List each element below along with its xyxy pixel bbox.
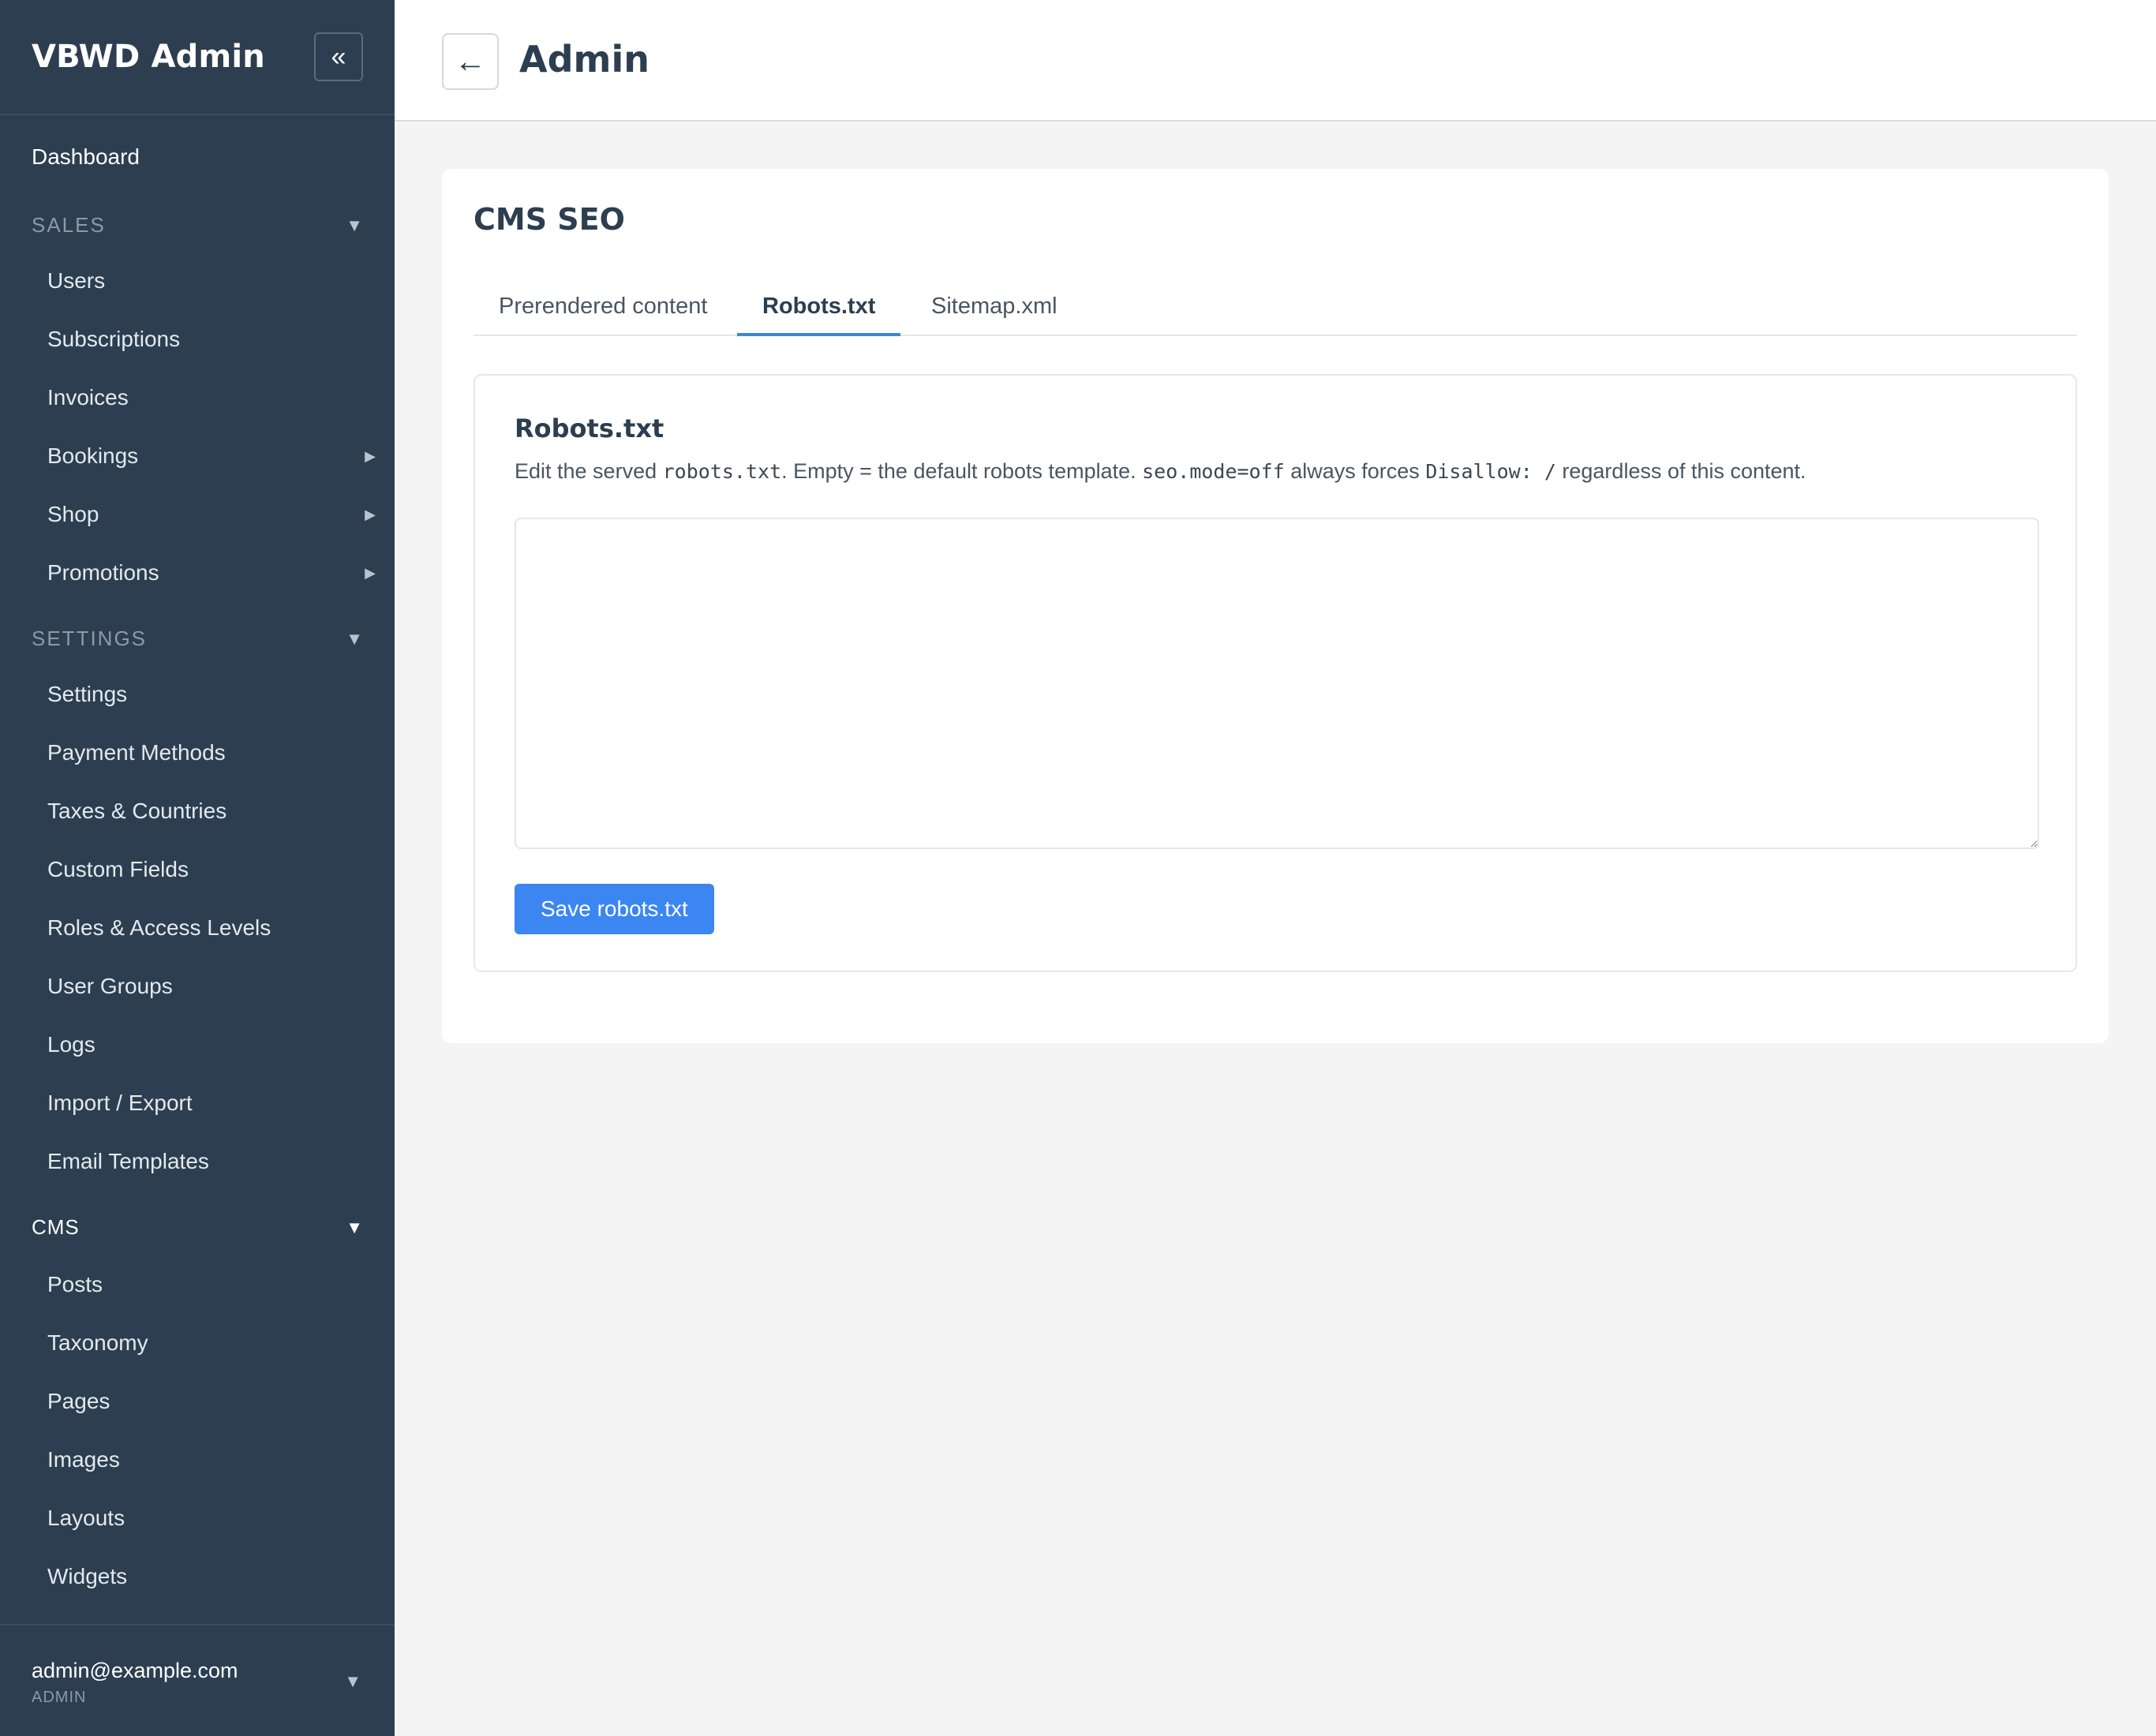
sidebar-item-taxonomy[interactable]: Taxonomy (47, 1330, 376, 1356)
tab-robots-txt[interactable]: Robots.txt (737, 287, 901, 336)
sidebar-item-users[interactable]: Users (47, 268, 376, 294)
sidebar-item-pages[interactable]: Pages (47, 1389, 376, 1414)
caret-down-icon: ▼ (344, 1671, 361, 1691)
section-settings-label: SETTINGS (32, 627, 148, 650)
section-sales-toggle[interactable]: SALES ▼ (32, 213, 363, 238)
sidebar-item-custom-fields[interactable]: Custom Fields (47, 857, 376, 882)
tab-sitemap-xml[interactable]: Sitemap.xml (931, 287, 1057, 336)
desc-text: always forces (1284, 459, 1426, 483)
collapse-sidebar-button[interactable]: « (314, 32, 363, 81)
caret-right-icon: ▶ (365, 447, 376, 464)
sidebar-item-label: Payment Methods (47, 740, 226, 765)
desc-text: Edit the served (515, 459, 663, 483)
user-email: admin@example.com (32, 1659, 238, 1682)
section-cms-label: CMS (32, 1215, 80, 1239)
sidebar-item-label: Email Templates (47, 1149, 209, 1173)
sidebar-item-label: Shop (47, 502, 99, 526)
panel-title: Robots.txt (515, 413, 664, 443)
arrow-left-icon: ← (455, 43, 486, 79)
sidebar-item-label: Posts (47, 1272, 103, 1296)
sidebar-item-payment-methods[interactable]: Payment Methods (47, 740, 376, 765)
page-title: Admin (519, 38, 649, 80)
sidebar-item-label: Import / Export (47, 1091, 193, 1115)
sidebar-item-taxes-countries[interactable]: Taxes & Countries (47, 799, 376, 824)
desc-text: regardless of this content. (1555, 459, 1806, 483)
sidebar-item-label: Roles & Access Levels (47, 915, 271, 940)
sidebar-item-invoices[interactable]: Invoices (47, 385, 376, 410)
sidebar-item-roles-access-levels[interactable]: Roles & Access Levels (47, 915, 376, 941)
robots-panel: Robots.txt Edit the served robots.txt. E… (473, 374, 2077, 972)
sidebar-item-label: User Groups (47, 974, 173, 998)
user-role: ADMIN (32, 1689, 87, 1706)
sidebar-item-user-groups[interactable]: User Groups (47, 974, 376, 999)
desc-text: . Empty = the default robots template. (781, 459, 1143, 483)
sidebar: VBWD Admin « Dashboard SALES ▼ Users Sub… (0, 0, 395, 1736)
panel-description: Edit the served robots.txt. Empty = the … (515, 459, 1806, 484)
sidebar-item-label: Bookings (47, 443, 139, 468)
brand-title: VBWD Admin (32, 39, 265, 75)
section-cms-toggle[interactable]: CMS ▼ (32, 1215, 363, 1240)
sidebar-item-label: Invoices (47, 385, 129, 410)
sidebar-item-import-export[interactable]: Import / Export (47, 1091, 376, 1116)
sidebar-item-label: Settings (47, 682, 128, 706)
sidebar-item-shop[interactable]: Shop ▶ (47, 502, 376, 527)
sidebar-item-bookings[interactable]: Bookings ▶ (47, 443, 376, 469)
card-title: CMS SEO (473, 202, 625, 237)
section-sales-label: SALES (32, 213, 106, 237)
sidebar-item-promotions[interactable]: Promotions ▶ (47, 560, 376, 586)
sidebar-item-logs[interactable]: Logs (47, 1032, 376, 1057)
user-menu[interactable]: admin@example.com ADMIN ▼ (0, 1624, 395, 1736)
sidebar-header: VBWD Admin « (0, 0, 395, 115)
caret-down-icon: ▼ (346, 1217, 363, 1237)
robots-txt-textarea[interactable] (515, 518, 2039, 849)
caret-down-icon: ▼ (346, 628, 363, 649)
sidebar-item-widgets[interactable]: Widgets (47, 1564, 376, 1589)
sidebar-item-subscriptions[interactable]: Subscriptions (47, 327, 376, 352)
sidebar-item-settings[interactable]: Settings (47, 682, 376, 707)
sidebar-item-label: Custom Fields (47, 857, 189, 881)
sidebar-item-label: Logs (47, 1032, 95, 1057)
cms-seo-card: CMS SEO Prerendered content Robots.txt S… (442, 169, 2109, 1043)
desc-code-seo-mode: seo.mode=off (1142, 460, 1285, 483)
tab-bar: Prerendered content Robots.txt Sitemap.x… (473, 287, 2077, 336)
sidebar-item-email-templates[interactable]: Email Templates (47, 1149, 376, 1174)
sidebar-item-label: Users (47, 268, 106, 293)
sidebar-item-label: Widgets (47, 1564, 128, 1588)
sidebar-item-dashboard[interactable]: Dashboard (32, 144, 140, 170)
sidebar-item-posts[interactable]: Posts (47, 1272, 376, 1297)
sidebar-item-label: Promotions (47, 560, 159, 585)
caret-down-icon: ▼ (346, 215, 363, 235)
sidebar-item-label: Subscriptions (47, 327, 181, 351)
sidebar-item-label: Layouts (47, 1506, 125, 1530)
sidebar-item-label: Taxes & Countries (47, 799, 227, 823)
back-button[interactable]: ← (442, 33, 499, 90)
top-bar: ← Admin (395, 0, 2156, 122)
caret-right-icon: ▶ (365, 564, 376, 581)
sidebar-item-label: Taxonomy (47, 1330, 148, 1355)
tab-prerendered-content[interactable]: Prerendered content (499, 287, 707, 336)
save-robots-button[interactable]: Save robots.txt (515, 884, 714, 934)
double-chevron-left-icon: « (331, 42, 346, 72)
section-settings-toggle[interactable]: SETTINGS ▼ (32, 627, 363, 651)
sidebar-item-label: Pages (47, 1389, 110, 1413)
caret-right-icon: ▶ (365, 506, 376, 522)
sidebar-item-label: Images (47, 1447, 120, 1472)
desc-code-robots: robots.txt (662, 460, 782, 483)
desc-code-disallow: Disallow: / (1425, 460, 1556, 483)
sidebar-item-images[interactable]: Images (47, 1447, 376, 1472)
sidebar-item-layouts[interactable]: Layouts (47, 1506, 376, 1531)
